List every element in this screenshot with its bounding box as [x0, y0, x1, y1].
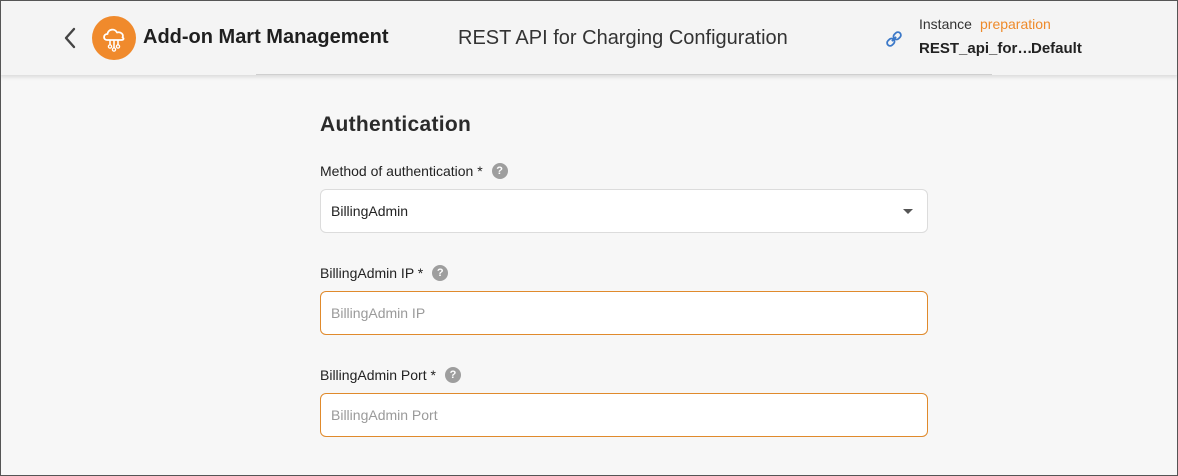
- ip-label-text: BillingAdmin IP *: [320, 265, 424, 281]
- cloud-icon: [103, 28, 125, 52]
- link-icon: [886, 31, 902, 47]
- back-button[interactable]: [58, 25, 82, 51]
- help-icon[interactable]: ?: [444, 367, 461, 383]
- method-field-label: Method of authentication * ?: [320, 163, 508, 179]
- help-icon[interactable]: ?: [432, 265, 449, 281]
- method-select-value: BillingAdmin: [331, 203, 409, 219]
- instance-environment: Default: [1031, 40, 1082, 57]
- billingadmin-port-input[interactable]: [320, 393, 928, 437]
- instance-status-badge: preparation: [980, 16, 1051, 32]
- section-title-authentication: Authentication: [320, 113, 472, 136]
- app-header: Add-on Mart Management REST API for Char…: [0, 0, 1178, 75]
- caret-down-icon: [903, 209, 913, 214]
- instance-link-button[interactable]: [884, 29, 904, 49]
- method-select[interactable]: BillingAdmin: [320, 189, 928, 233]
- port-field-label: BillingAdmin Port * ?: [320, 367, 461, 383]
- chevron-left-icon: [64, 27, 76, 49]
- app-logo: [92, 16, 136, 60]
- instance-name[interactable]: REST_api_for…: [919, 40, 1032, 57]
- billingadmin-ip-input[interactable]: [320, 291, 928, 335]
- instance-label: Instance: [919, 16, 972, 32]
- app-title: Add-on Mart Management: [143, 26, 389, 48]
- header-divider: [256, 74, 992, 75]
- method-label-text: Method of authentication *: [320, 163, 483, 179]
- help-icon[interactable]: ?: [491, 163, 508, 179]
- page-title: REST API for Charging Configuration: [458, 27, 788, 49]
- port-label-text: BillingAdmin Port *: [320, 367, 436, 383]
- ip-field-label: BillingAdmin IP * ?: [320, 265, 449, 281]
